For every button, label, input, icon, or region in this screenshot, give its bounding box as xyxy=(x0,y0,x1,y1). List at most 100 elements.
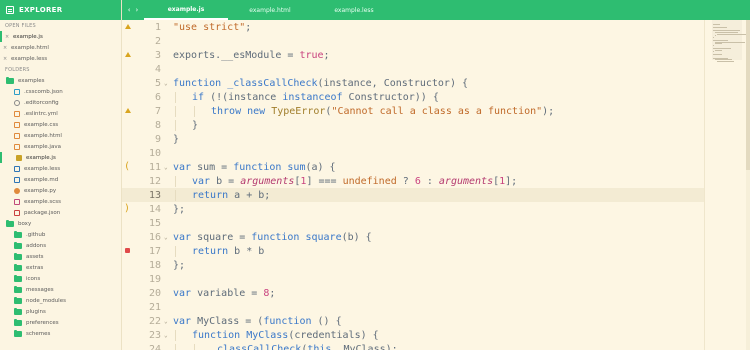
gutter-marker xyxy=(122,174,142,188)
scrollbar-thumb[interactable] xyxy=(746,20,750,170)
code-line[interactable]: 17 return b * b xyxy=(122,244,704,258)
tree-folder-item[interactable]: plugins xyxy=(0,306,121,317)
close-icon[interactable]: × xyxy=(5,34,10,40)
close-icon[interactable]: × xyxy=(3,45,8,51)
tree-file-item[interactable]: example.css xyxy=(0,119,121,130)
fold-chevron-icon[interactable]: ⌄ xyxy=(164,80,171,87)
fold-chevron-icon[interactable]: ⌄ xyxy=(164,234,171,241)
code-token: return xyxy=(192,245,235,257)
code-line[interactable]: 18}; xyxy=(122,258,704,272)
code-token: b * b xyxy=(234,245,265,257)
code-line[interactable]: ) 14}; xyxy=(122,202,704,216)
fold-chevron-icon[interactable]: ⌄ xyxy=(164,164,171,171)
fold-chevron-icon[interactable]: ⌄ xyxy=(164,332,171,339)
fold-chevron-icon[interactable]: ⌄ xyxy=(164,318,171,325)
code-token: (!(instance xyxy=(210,91,283,103)
tree-folder-item[interactable]: examples xyxy=(0,75,121,86)
code-line[interactable]: (11 ⌄ var sum = function sum(a) { xyxy=(122,160,704,174)
bracket-close-icon: ) xyxy=(124,203,131,214)
line-number: 1 xyxy=(154,21,161,33)
open-file-item[interactable]: × example.html xyxy=(0,42,121,53)
tree-item-label: messages xyxy=(26,286,54,293)
code-text: }; xyxy=(171,260,185,271)
tree-folder-item[interactable]: preferences xyxy=(0,317,121,328)
tree-file-item[interactable]: .eslintrc.yml xyxy=(0,108,121,119)
tree-file-item[interactable]: example.md xyxy=(0,174,121,185)
code-line[interactable]: 7 throw new TypeError("Cannot call a clas… xyxy=(122,104,704,118)
tab-example-html[interactable]: example.html xyxy=(228,0,312,20)
indent-guide xyxy=(175,329,176,341)
line-number: 9 xyxy=(154,133,161,145)
code-line[interactable]: 24 _classCallCheck(this, MyClass); xyxy=(122,342,704,350)
code-text: var MyClass = (function () { xyxy=(171,316,342,327)
tree-folder-item[interactable]: extras xyxy=(0,262,121,273)
code-token: this xyxy=(307,343,332,350)
tree-folder-item[interactable]: messages xyxy=(0,284,121,295)
warning-icon xyxy=(125,52,131,57)
line-number: 13 xyxy=(148,189,161,201)
tree-item-label: .editorconfig xyxy=(24,99,59,106)
code-token: var xyxy=(173,287,198,299)
code-line[interactable]: 19 xyxy=(122,272,704,286)
chevron-right-icon[interactable]: › xyxy=(136,6,139,14)
tab-example-js[interactable]: example.js xyxy=(144,0,228,20)
code-line[interactable]: 8} xyxy=(122,118,704,132)
tab-example-less[interactable]: example.less xyxy=(312,0,396,20)
tree-file-item[interactable]: example.java xyxy=(0,141,121,152)
code-line[interactable]: 2 xyxy=(122,34,704,48)
code-line[interactable]: 1 "use strict"; xyxy=(122,20,704,34)
indent-guide xyxy=(175,245,176,257)
tree-folder-item[interactable]: assets xyxy=(0,251,121,262)
tree-folder-item[interactable]: addons xyxy=(0,240,121,251)
tree-file-item[interactable]: .csscomb.json xyxy=(0,86,121,97)
chevron-left-icon[interactable]: ‹ xyxy=(128,6,131,14)
code-token: sum xyxy=(287,161,306,173)
code-token: (b) { xyxy=(341,231,372,243)
code-editor[interactable]: 1 "use strict"; 2 3 exports.__esModule = tru… xyxy=(122,20,704,350)
line-number: 15 xyxy=(148,217,161,229)
tree-file-item[interactable]: example.js xyxy=(0,152,121,163)
gutter-marker xyxy=(122,146,142,160)
code-line[interactable]: 21 xyxy=(122,300,704,314)
code-line[interactable]: 15 xyxy=(122,216,704,230)
tree-file-item[interactable]: example.scss xyxy=(0,196,121,207)
gutter-marker xyxy=(122,342,142,350)
tree-folder-item[interactable]: schemes xyxy=(0,328,121,339)
code-line[interactable]: 5 ⌄ function _classCallCheck(instance, Con… xyxy=(122,76,704,90)
line-number: 20 xyxy=(148,287,161,299)
code-line[interactable]: 20 var variable = 8; xyxy=(122,286,704,300)
tree-file-item[interactable]: example.py xyxy=(0,185,121,196)
tree-file-item[interactable]: example.less xyxy=(0,163,121,174)
warning-icon xyxy=(125,24,131,29)
open-file-item[interactable]: × example.js xyxy=(0,31,121,42)
code-token: ? xyxy=(396,175,415,187)
code-line[interactable]: 6 if (!(instance instanceof Constructor))… xyxy=(122,90,704,104)
java-file-icon xyxy=(14,143,20,150)
minimap-line xyxy=(713,51,715,53)
explorer-header: EXPLORER xyxy=(0,0,121,20)
code-line[interactable]: 3 exports.__esModule = true; xyxy=(122,48,704,62)
code-line[interactable]: 16 ⌄ var square = function square(b) { xyxy=(122,230,704,244)
code-line[interactable]: 10 xyxy=(122,146,704,160)
gutter-marker xyxy=(122,90,142,104)
tree-folder-item[interactable]: icons xyxy=(0,273,121,284)
code-line[interactable]: 23 ⌄ function MyClass(credentials) { xyxy=(122,328,704,342)
code-line[interactable]: 22 ⌄ var MyClass = (function () { xyxy=(122,314,704,328)
code-line[interactable]: 4 xyxy=(122,62,704,76)
code-line[interactable]: 9} xyxy=(122,132,704,146)
open-file-item[interactable]: × example.less xyxy=(0,53,121,64)
tree-folder-item[interactable]: boxy xyxy=(0,218,121,229)
minimap[interactable] xyxy=(704,20,750,350)
code-token: if xyxy=(192,91,211,103)
tree-file-item[interactable]: .editorconfig xyxy=(0,97,121,108)
code-line[interactable]: 13 return a + b; xyxy=(122,188,704,202)
tree-file-item[interactable]: example.html xyxy=(0,130,121,141)
folder-icon xyxy=(14,274,22,282)
code-token: function xyxy=(192,329,247,341)
code-line[interactable]: 12 var b = arguments[1] === undefined ? 6… xyxy=(122,174,704,188)
code-token: ); xyxy=(542,105,555,117)
close-icon[interactable]: × xyxy=(3,56,8,62)
tree-folder-item[interactable]: node_modules xyxy=(0,295,121,306)
tree-file-item[interactable]: package.json xyxy=(0,207,121,218)
tree-folder-item[interactable]: .github xyxy=(0,229,121,240)
